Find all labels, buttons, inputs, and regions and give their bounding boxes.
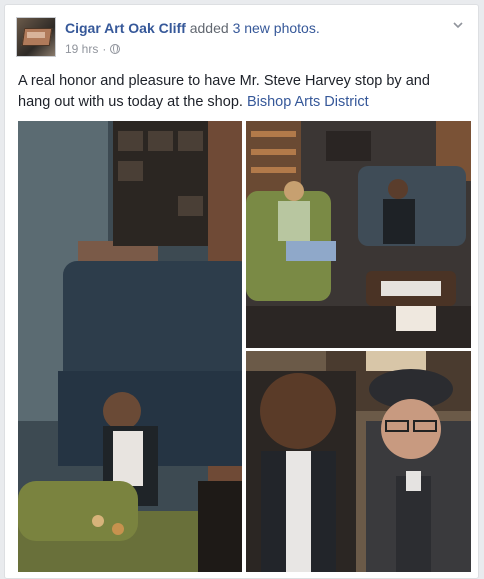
photo-1-image	[18, 121, 242, 572]
page-name-link[interactable]: Cigar Art Oak Cliff	[65, 20, 186, 36]
photo-1[interactable]	[18, 121, 242, 572]
avatar-cigar-label	[27, 32, 45, 38]
globe-icon[interactable]	[110, 44, 121, 54]
photo-3[interactable]	[246, 351, 471, 572]
new-photos-link[interactable]: 3 new photos.	[233, 20, 320, 36]
post-meta: 19 hrs ·	[65, 42, 121, 56]
post-text: A real honor and pleasure to have Mr. St…	[18, 71, 466, 113]
page-avatar[interactable]	[16, 17, 56, 57]
photo-2[interactable]	[246, 121, 471, 348]
post-header: Cigar Art Oak Cliff added 3 new photos.	[65, 20, 320, 36]
post-action-text: added	[189, 20, 229, 36]
location-tag-link[interactable]: Bishop Arts District	[247, 94, 369, 110]
photo-2-image	[246, 121, 471, 348]
chevron-down-icon[interactable]	[452, 19, 464, 31]
feed-post-card: Cigar Art Oak Cliff added 3 new photos. …	[4, 4, 479, 579]
meta-separator: ·	[102, 42, 107, 56]
post-timestamp[interactable]: 19 hrs	[65, 42, 98, 56]
photo-3-image	[246, 351, 471, 572]
